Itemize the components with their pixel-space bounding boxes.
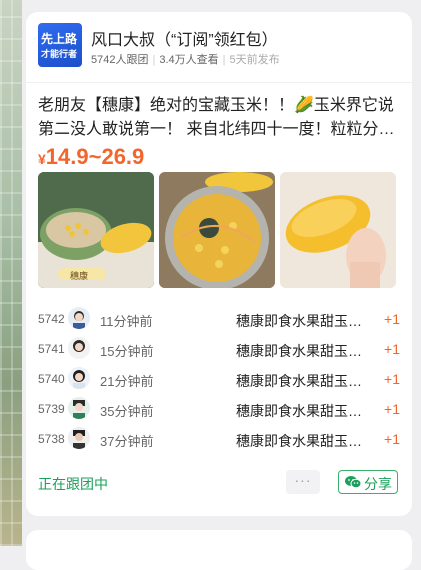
- order-item: 穗康即食水果甜玉…: [236, 403, 362, 419]
- photo-corn-hand[interactable]: [280, 172, 396, 288]
- order-time: 11分钟前: [100, 314, 153, 329]
- corn-bowl-illustration: [38, 172, 154, 288]
- order-time: 21分钟前: [100, 374, 154, 389]
- order-time: 35分钟前: [100, 404, 154, 419]
- price-value: 14.9~26.9: [45, 144, 145, 169]
- order-number: 5740: [38, 372, 65, 386]
- background-edge: [0, 0, 22, 546]
- avatar-icon: [68, 337, 90, 359]
- published-time: 5天前发布: [229, 54, 280, 66]
- order-row[interactable]: 5742 11分钟前 穗康即食水果甜玉… +1: [38, 305, 400, 335]
- order-quantity: +1: [384, 431, 400, 447]
- order-quantity: +1: [384, 371, 400, 387]
- order-item: 穗康即食水果甜玉…: [236, 343, 362, 359]
- order-item: 穗康即食水果甜玉…: [236, 433, 362, 449]
- photo-corn-bowl[interactable]: 穗康: [38, 172, 154, 288]
- order-row[interactable]: 5740 21分钟前 穗康即食水果甜玉… +1: [38, 365, 400, 395]
- order-item: 穗康即食水果甜玉…: [236, 313, 362, 329]
- logo-text-main: 先上路: [41, 32, 78, 46]
- avatar-icon: [68, 427, 90, 449]
- order-row[interactable]: 5738 37分钟前 穗康即食水果甜玉… +1: [38, 425, 400, 455]
- photo-gallery: 穗康: [38, 172, 400, 288]
- share-button[interactable]: 分享: [338, 470, 398, 494]
- wechat-icon: [345, 475, 362, 492]
- group-logo[interactable]: 先上路 才能行者: [38, 23, 82, 67]
- order-row[interactable]: 5741 15分钟前 穗康即食水果甜玉… +1: [38, 335, 400, 365]
- followers-count: 5742人跟团: [91, 54, 149, 66]
- corn-pan-illustration: [159, 172, 275, 288]
- share-label: 分享: [364, 476, 392, 492]
- order-item: 穗康即食水果甜玉…: [236, 373, 362, 389]
- user-avatar[interactable]: [68, 337, 90, 359]
- order-row[interactable]: 5739 35分钟前 穗康即食水果甜玉… +1: [38, 395, 400, 425]
- order-number: 5739: [38, 402, 65, 416]
- avatar-icon: [68, 397, 90, 419]
- meta-separator: |: [152, 54, 156, 66]
- order-number: 5741: [38, 342, 65, 356]
- order-time: 15分钟前: [100, 344, 154, 359]
- order-quantity: +1: [384, 311, 400, 327]
- corn-hand-illustration: [280, 172, 396, 288]
- following-status[interactable]: 正在跟团中: [38, 474, 108, 494]
- more-button[interactable]: ···: [286, 470, 320, 494]
- next-post-card[interactable]: [26, 530, 412, 570]
- user-avatar[interactable]: [68, 367, 90, 389]
- order-quantity: +1: [384, 401, 400, 417]
- order-number: 5738: [38, 432, 65, 446]
- logo-text-sub: 才能行者: [41, 49, 78, 59]
- photo-corn-pan[interactable]: [159, 172, 275, 288]
- price-range: ¥14.9~26.9: [38, 144, 144, 170]
- divider: [26, 82, 412, 83]
- group-header[interactable]: 先上路 才能行者 风口大叔（“订阅”领红包） 5742人跟团 | 3.4万人查看 | 5…: [38, 23, 400, 69]
- group-meta: 5742人跟团 | 3.4万人查看 | 5天前发布: [91, 51, 280, 67]
- user-avatar[interactable]: [68, 427, 90, 449]
- avatar-icon: [68, 367, 90, 389]
- order-list: 5742 11分钟前 穗康即食水果甜玉… +1 5741 15分钟前 穗康即食水…: [38, 305, 400, 455]
- group-post-card[interactable]: 先上路 才能行者 风口大叔（“订阅”领红包） 5742人跟团 | 3.4万人查看 | 5…: [26, 12, 412, 516]
- meta-separator: |: [222, 54, 226, 66]
- avatar-icon: [68, 307, 90, 329]
- group-title[interactable]: 风口大叔（“订阅”领红包）: [91, 26, 278, 50]
- order-quantity: +1: [384, 341, 400, 357]
- user-avatar[interactable]: [68, 397, 90, 419]
- order-time: 37分钟前: [100, 434, 154, 449]
- order-number: 5742: [38, 312, 65, 326]
- price-currency: ¥: [38, 151, 46, 167]
- user-avatar[interactable]: [68, 307, 90, 329]
- photo-label: 穗康: [70, 271, 89, 281]
- views-count: 3.4万人查看: [159, 54, 219, 66]
- post-description[interactable]: 老朋友【穗康】绝对的宝藏玉米！！🌽玉米界它说第二没人敢说第一！ 来自北纬四十一度…: [38, 94, 400, 142]
